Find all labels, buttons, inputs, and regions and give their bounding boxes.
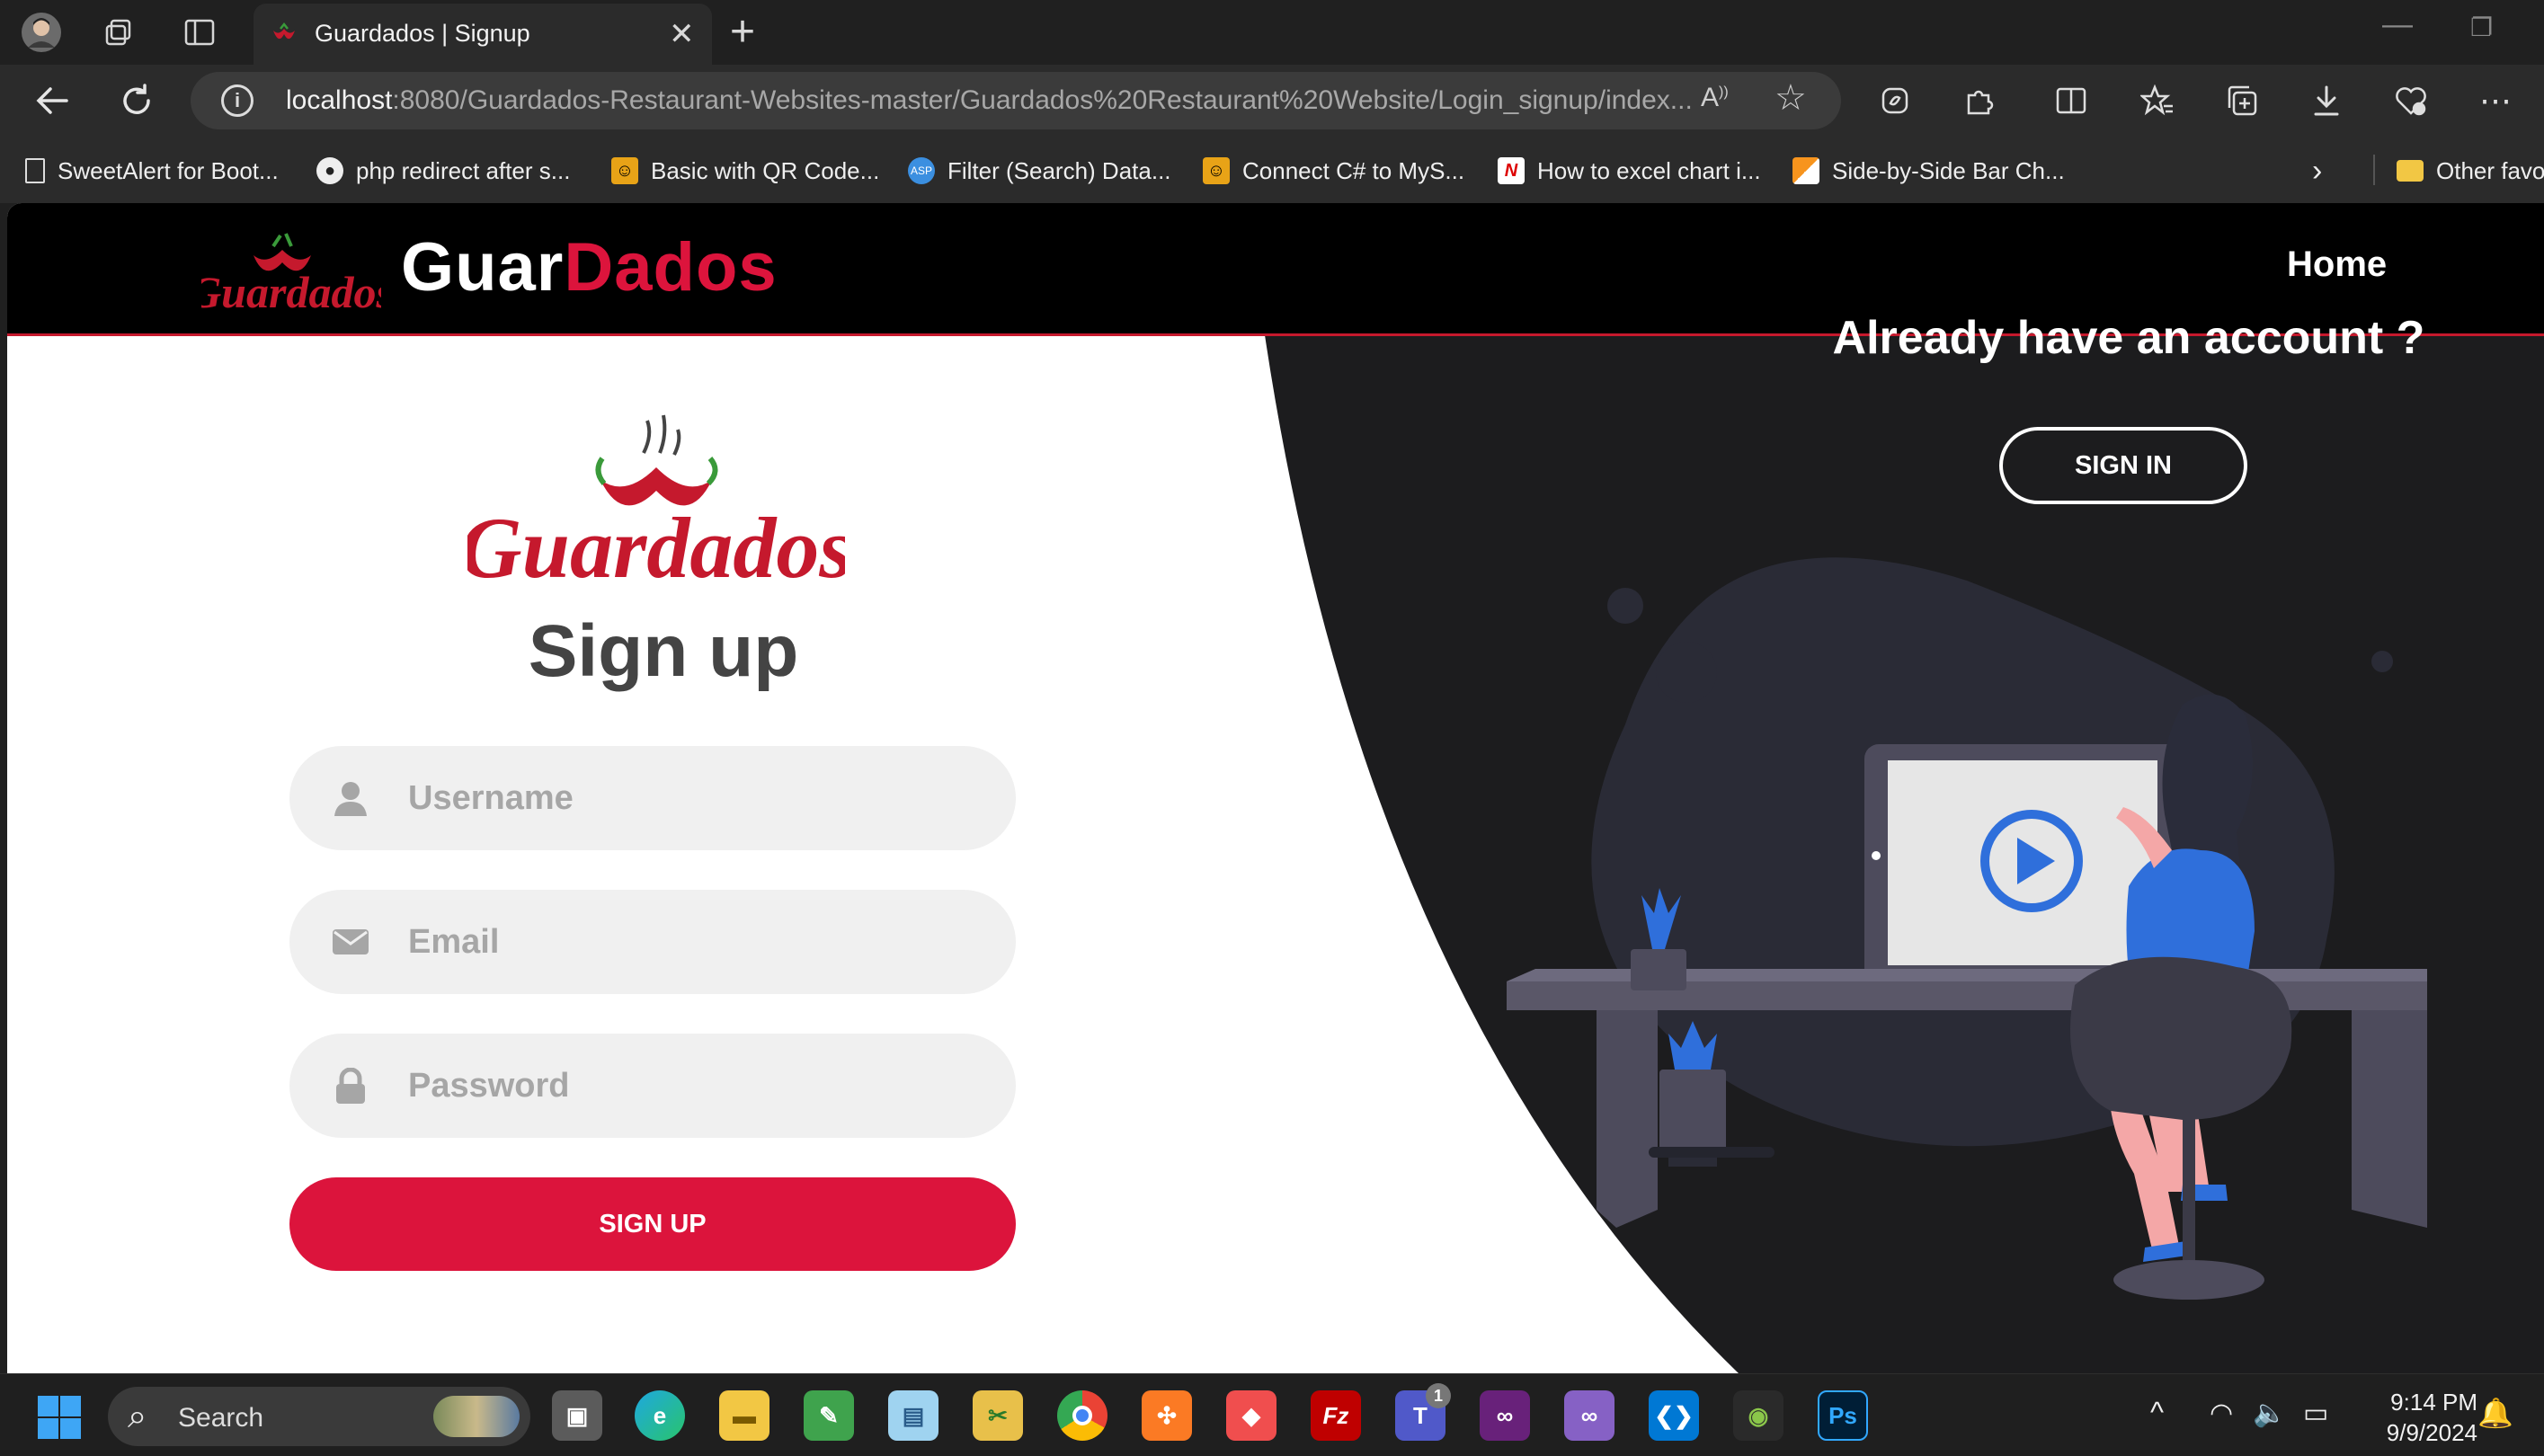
site-info-icon[interactable]: i: [221, 84, 254, 117]
signup-title: Sign up: [528, 610, 799, 692]
more-options-icon[interactable]: ⋯: [2470, 75, 2521, 126]
bookmark-side-by-side[interactable]: Side-by-Side Bar Ch...: [1792, 153, 2065, 189]
lock-icon: [336, 1068, 365, 1104]
refresh-icon[interactable]: [113, 77, 160, 124]
teams-icon[interactable]: T1: [1395, 1383, 1451, 1441]
bookmarks-bar: SweetAlert for Boot... ● php redirect aft…: [0, 137, 2544, 203]
notepad-plus-icon[interactable]: ✎: [804, 1390, 854, 1441]
password-input[interactable]: [408, 1034, 983, 1138]
guardados-header-logo[interactable]: Guardados: [201, 219, 381, 318]
snipping-tool-icon[interactable]: ✂: [973, 1390, 1023, 1441]
address-toolbar: i localhost:8080/Guardados-Restaurant-We…: [0, 65, 2544, 137]
taskbar-search-label: Search: [178, 1403, 264, 1433]
email-field[interactable]: [289, 890, 1016, 994]
minimize-icon[interactable]: —: [2382, 7, 2413, 42]
volume-icon[interactable]: 🔈: [2253, 1398, 2286, 1429]
xampp-icon[interactable]: ✣: [1142, 1390, 1192, 1441]
signin-heading: Already have an account ?: [1832, 312, 2425, 364]
bookmark-qr-code[interactable]: ☺ Basic with QR Code...: [611, 153, 879, 189]
bookmark-php-redirect[interactable]: ● php redirect after s...: [316, 153, 570, 189]
nav-home-link[interactable]: Home: [2287, 244, 2387, 285]
visual-studio-icon[interactable]: ∞: [1480, 1390, 1530, 1441]
username-input[interactable]: [408, 746, 983, 850]
sign-up-button[interactable]: SIGN UP: [289, 1177, 1016, 1271]
extensions-icon[interactable]: [1954, 75, 2005, 126]
clock-date: 9/9/2024: [2386, 1419, 2477, 1446]
user-icon: [334, 782, 367, 816]
battery-icon[interactable]: ▭: [2303, 1398, 2328, 1429]
split-screen-icon[interactable]: [2046, 75, 2096, 126]
email-input[interactable]: [408, 890, 983, 994]
tab-close-icon[interactable]: ✕: [669, 16, 695, 52]
windows-start-icon[interactable]: [36, 1394, 83, 1441]
folder-icon: [2397, 160, 2424, 182]
aspsnippets-icon: ASP: [908, 157, 935, 184]
teams-badge: 1: [1426, 1383, 1451, 1408]
tab-strip: Guardados | Signup ✕ + — ❐: [0, 0, 2544, 65]
notification-bell-icon[interactable]: 🔔: [2477, 1396, 2513, 1430]
filezilla-icon[interactable]: Fz: [1311, 1390, 1361, 1441]
tab-guardados-signup[interactable]: Guardados | Signup ✕: [254, 4, 712, 65]
anydesk-icon[interactable]: ◆: [1226, 1390, 1276, 1441]
n-logo-icon: N: [1498, 157, 1525, 184]
notepad-icon[interactable]: ▤: [888, 1390, 938, 1441]
sign-in-button[interactable]: SIGN IN: [1999, 427, 2247, 504]
back-arrow-icon[interactable]: [29, 77, 76, 124]
browser-essentials-icon[interactable]: [2386, 75, 2436, 126]
url-text[interactable]: localhost:8080/Guardados-Restaurant-Webs…: [286, 85, 1693, 116]
vertical-tabs-icon[interactable]: [178, 11, 221, 54]
header-logo-lettering: Guardados: [201, 267, 381, 317]
tab-title: Guardados | Signup: [315, 20, 530, 47]
new-tab-icon[interactable]: +: [730, 7, 755, 57]
github-icon: ●: [316, 157, 343, 184]
favorite-star-icon[interactable]: ☆: [1775, 77, 1807, 119]
file-explorer-icon[interactable]: ▬: [719, 1390, 769, 1441]
bookmark-divider: [2373, 155, 2375, 185]
web-page: Guardados GuarDados Home Already have an…: [7, 203, 2544, 1373]
search-icon: ⌕: [128, 1398, 147, 1435]
taskbar-clock[interactable]: 9:14 PM 9/9/2024: [2352, 1387, 2477, 1448]
username-field[interactable]: [289, 746, 1016, 850]
search-highlight-image: [433, 1396, 520, 1437]
restore-icon[interactable]: ❐: [2470, 13, 2493, 42]
downloads-icon[interactable]: [2301, 75, 2352, 126]
bookmark-other-favorites[interactable]: Other favo: [2397, 153, 2544, 189]
bookmark-sweetalert[interactable]: SweetAlert for Boot...: [25, 153, 279, 189]
envelope-icon: [333, 929, 369, 954]
bookmarks-overflow-chevron-icon[interactable]: ›: [2312, 153, 2322, 189]
edge-icon[interactable]: e: [635, 1390, 685, 1441]
visual-studio-preview-icon[interactable]: ∞: [1564, 1390, 1614, 1441]
webcam-app-icon[interactable]: ◉: [1733, 1390, 1783, 1441]
document-icon: [25, 158, 45, 183]
codeproject-icon: ☺: [611, 157, 638, 184]
chili-favicon-icon: [273, 22, 295, 40]
bookmark-filter-search[interactable]: ASP Filter (Search) Data...: [908, 153, 1171, 189]
tray-overflow-chevron-icon[interactable]: ^: [2150, 1396, 2164, 1429]
video-watching-illustration: [1507, 557, 2427, 1300]
codeproject-icon: ☺: [1203, 157, 1230, 184]
workspaces-icon[interactable]: [97, 11, 140, 54]
clock-time: 9:14 PM: [2390, 1389, 2477, 1416]
vscode-icon[interactable]: ❮❯: [1649, 1390, 1699, 1441]
chrome-icon[interactable]: [1057, 1390, 1107, 1441]
address-bar[interactable]: i localhost:8080/Guardados-Restaurant-We…: [191, 72, 1841, 129]
favorites-icon[interactable]: [2132, 75, 2183, 126]
taskbar: ⌕ Search ▣ e ▬ ✎ ▤ ✂ ✣ ◆ Fz T1 ∞ ∞ ❮❯ ◉ …: [0, 1373, 2544, 1456]
chart-icon: [1792, 157, 1819, 184]
read-aloud-icon[interactable]: A)): [1701, 83, 1729, 113]
taskbar-search-box[interactable]: ⌕ Search: [108, 1387, 530, 1446]
collections-icon[interactable]: [2217, 75, 2267, 126]
profile-avatar[interactable]: [20, 11, 63, 54]
task-view-icon[interactable]: ▣: [552, 1390, 602, 1441]
bookmark-excel-chart[interactable]: N How to excel chart i...: [1498, 153, 1761, 189]
password-field[interactable]: [289, 1034, 1016, 1138]
wifi-icon[interactable]: ◠: [2210, 1398, 2233, 1429]
guardados-form-logo: Guardados: [467, 414, 845, 596]
photoshop-icon[interactable]: Ps: [1818, 1390, 1868, 1441]
copilot-icon[interactable]: [1870, 75, 1920, 126]
bookmark-connect-csharp[interactable]: ☺ Connect C# to MyS...: [1203, 153, 1464, 189]
brand-name[interactable]: GuarDados: [401, 228, 778, 306]
browser-chrome: Guardados | Signup ✕ + — ❐ i localhost:8…: [0, 0, 2544, 203]
form-logo-lettering: Guardados: [467, 500, 845, 596]
